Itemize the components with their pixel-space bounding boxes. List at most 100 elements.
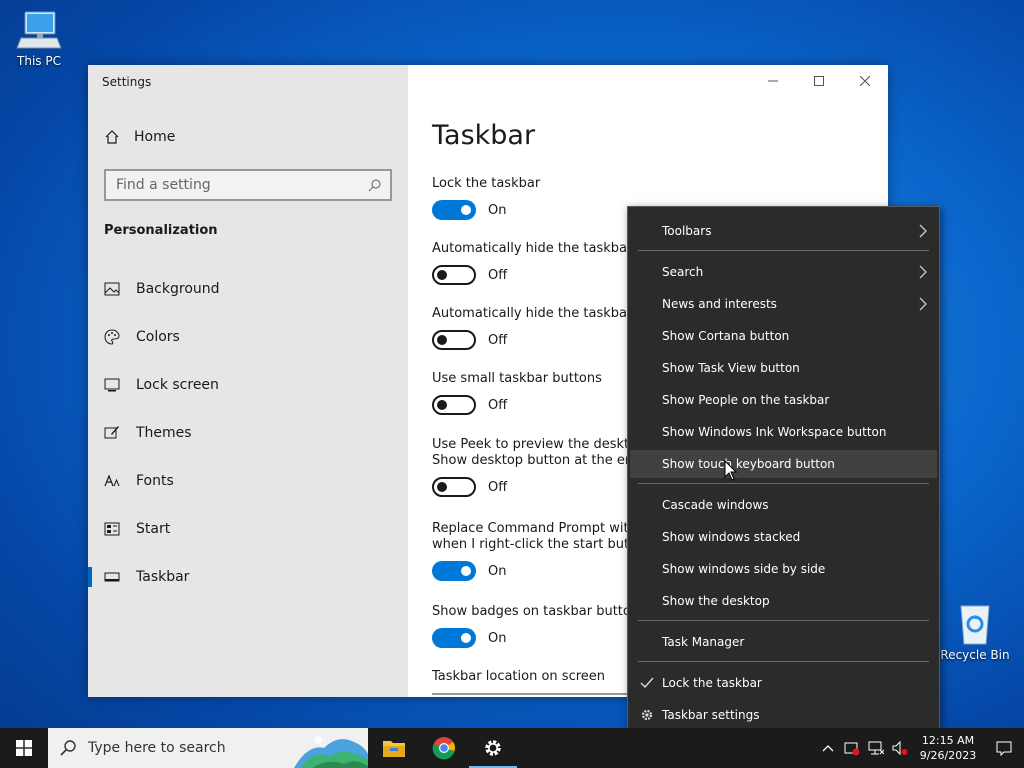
menu-item-label: Show People on the taskbar (662, 393, 830, 407)
menu-separator (638, 483, 929, 484)
nav-item-lock-screen[interactable]: Lock screen (88, 361, 408, 409)
menu-item-label: Show Cortana button (662, 329, 790, 343)
minimize-button[interactable] (750, 65, 796, 97)
nav-item-colors[interactable]: Colors (88, 313, 408, 361)
computer-icon (16, 11, 62, 49)
close-icon (860, 76, 870, 86)
lock-screen-icon (104, 378, 120, 392)
menu-separator (638, 250, 929, 251)
menu-item-label: Show Task View button (662, 361, 800, 375)
chevron-up-icon (822, 745, 834, 752)
system-tray: 12:15 AM 9/26/2023 (816, 728, 1024, 768)
folder-icon (383, 741, 405, 757)
small-buttons-toggle[interactable] (432, 395, 476, 415)
menu-item-touch-keyboard[interactable]: Show touch keyboard button (630, 450, 937, 478)
nav-list: Background Colors Lock screen Themes Fon… (88, 265, 408, 601)
nav-item-label: Colors (136, 329, 180, 345)
menu-item-taskbar-settings[interactable]: Taskbar settings (630, 701, 937, 729)
autohide-tablet-toggle[interactable] (432, 330, 476, 350)
toggle-state: On (488, 630, 507, 646)
fonts-icon (104, 474, 120, 487)
start-icon (104, 522, 120, 536)
chrome-taskbar-button[interactable] (420, 728, 468, 768)
menu-item-label: Show windows stacked (662, 530, 801, 544)
menu-item-task-view[interactable]: Show Task View button (630, 354, 937, 382)
nav-item-start[interactable]: Start (88, 505, 408, 553)
window-title: Settings (102, 75, 152, 89)
minimize-icon (768, 80, 778, 82)
nav-home[interactable]: Home (104, 129, 175, 145)
menu-separator (638, 661, 929, 662)
peek-toggle[interactable] (432, 477, 476, 497)
file-explorer-taskbar-button[interactable] (370, 728, 418, 768)
checkmark-icon (640, 677, 654, 689)
badges-toggle[interactable] (432, 628, 476, 648)
home-icon (105, 130, 119, 144)
volume-tray-icon[interactable] (888, 728, 912, 768)
taskbar-context-menu: Toolbars Search News and interests Show … (627, 206, 940, 738)
clock-date: 9/26/2023 (919, 749, 977, 762)
nav-item-background[interactable]: Background (88, 265, 408, 313)
toggle-state: Off (488, 479, 508, 495)
search-icon (60, 740, 76, 756)
recycle-bin-desktop-icon[interactable]: Recycle Bin (940, 602, 1010, 662)
start-button[interactable] (0, 728, 48, 768)
nav-item-themes[interactable]: Themes (88, 409, 408, 457)
chrome-icon (432, 737, 455, 760)
menu-item-lock-taskbar[interactable]: Lock the taskbar (630, 669, 937, 697)
network-tray-icon[interactable] (864, 728, 888, 768)
nav-item-label: Taskbar (136, 569, 190, 585)
menu-item-label: Show touch keyboard button (662, 457, 835, 471)
menu-item-ink[interactable]: Show Windows Ink Workspace button (630, 418, 937, 446)
chevron-right-icon (919, 297, 927, 311)
nav-item-taskbar[interactable]: Taskbar (88, 553, 408, 601)
picture-icon (104, 282, 120, 296)
setting-label: Lock the taskbar (432, 176, 541, 191)
toggle-state: On (488, 202, 507, 218)
brush-icon (104, 426, 119, 439)
show-hidden-icons-button[interactable] (816, 728, 840, 768)
caption-buttons (750, 65, 888, 97)
toggle-state: Off (488, 332, 508, 348)
gear-icon (485, 740, 501, 756)
menu-item-label: News and interests (662, 297, 777, 311)
menu-item-toolbars[interactable]: Toolbars (630, 217, 937, 245)
clock-time: 12:15 AM (921, 734, 975, 747)
taskbar-search-box[interactable]: Type here to search (48, 728, 368, 768)
tray-app-icon[interactable] (840, 728, 864, 768)
menu-item-people[interactable]: Show People on the taskbar (630, 386, 937, 414)
menu-item-search[interactable]: Search (630, 258, 937, 286)
menu-item-show-desktop[interactable]: Show the desktop (630, 587, 937, 615)
menu-separator (638, 620, 929, 621)
menu-item-task-manager[interactable]: Task Manager (630, 628, 937, 656)
menu-item-cascade[interactable]: Cascade windows (630, 491, 937, 519)
menu-item-label: Show the desktop (662, 594, 770, 608)
menu-item-cortana[interactable]: Show Cortana button (630, 322, 937, 350)
menu-item-news[interactable]: News and interests (630, 290, 937, 318)
nav-item-fonts[interactable]: Fonts (88, 457, 408, 505)
search-highlight-image (294, 728, 368, 768)
palette-icon (104, 329, 120, 345)
lock-taskbar-toggle[interactable] (432, 200, 476, 220)
chevron-right-icon (919, 265, 927, 279)
menu-item-stacked[interactable]: Show windows stacked (630, 523, 937, 551)
taskbar-icon (104, 572, 120, 582)
maximize-button[interactable] (796, 65, 842, 97)
taskbar-search-placeholder: Type here to search (88, 740, 226, 756)
clock[interactable]: 12:15 AM 9/26/2023 (912, 733, 984, 763)
maximize-icon (814, 76, 824, 86)
menu-item-label: Cascade windows (662, 498, 769, 512)
menu-item-side-by-side[interactable]: Show windows side by side (630, 555, 937, 583)
recycle-bin-label: Recycle Bin (940, 648, 1010, 662)
autohide-desktop-toggle[interactable] (432, 265, 476, 285)
toggle-state: Off (488, 397, 508, 413)
location-dropdown[interactable] (432, 693, 632, 697)
this-pc-desktop-icon[interactable]: This PC (4, 8, 74, 68)
mouse-cursor-icon (724, 460, 738, 481)
powershell-toggle[interactable] (432, 561, 476, 581)
action-center-button[interactable] (984, 728, 1024, 768)
find-setting-input[interactable]: Find a setting (104, 169, 392, 201)
security-warning-icon (844, 742, 860, 756)
close-button[interactable] (842, 65, 888, 97)
settings-taskbar-button[interactable] (469, 728, 517, 768)
